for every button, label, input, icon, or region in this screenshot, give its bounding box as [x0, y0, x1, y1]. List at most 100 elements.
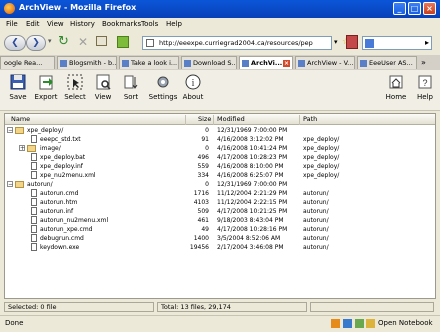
progress-bar — [310, 302, 434, 312]
url-text: http://eeexpe.curriegrad2004.ca/resource… — [159, 39, 313, 47]
select-button[interactable]: Select — [60, 73, 90, 107]
column-divider — [185, 115, 186, 125]
table-row[interactable]: autorun.cmd 1716 11/12/2004 2:21:29 PM a… — [5, 189, 435, 198]
navigation-toolbar: ❮ ❯ ▾ ↻ ✕ http://eeexpe.curriegrad2004.c… — [0, 31, 440, 56]
file-icon — [31, 171, 37, 179]
tab-google-reader[interactable]: oogle Rea... — [0, 56, 55, 69]
stop-icon[interactable]: ✕ — [78, 35, 88, 49]
tab-favicon-icon — [298, 60, 305, 67]
view-icon — [96, 74, 111, 90]
notebook-icon[interactable] — [366, 319, 375, 328]
tab-list-icon[interactable]: » — [421, 58, 426, 67]
column-modified[interactable]: Modified — [217, 115, 245, 123]
open-notebook-link[interactable]: Open Notebook — [378, 319, 433, 327]
menu-tools[interactable]: Tools — [141, 20, 158, 28]
table-row[interactable]: autorun.htm 4103 11/12/2004 2:22:15 PM a… — [5, 198, 435, 207]
file-icon — [31, 225, 37, 233]
file-list-header: Name Size Modified Path — [5, 114, 435, 125]
home-button[interactable]: Home — [381, 73, 411, 107]
archview-toolbar: Save Export Select View Sort Settings i … — [0, 70, 440, 111]
back-button[interactable]: ❮ — [4, 35, 26, 51]
addon-status-icon[interactable] — [331, 319, 340, 328]
settings-icon — [157, 76, 169, 88]
table-row[interactable]: xpe_deploy.inf 559 4/16/2008 8:10:00 PM … — [5, 162, 435, 171]
tab-favicon-icon — [184, 60, 191, 67]
export-button[interactable]: Export — [31, 73, 61, 107]
selected-status: Selected: 0 file — [4, 302, 154, 312]
tab-favicon-icon — [360, 60, 367, 67]
forward-button[interactable]: ❯ — [26, 35, 46, 51]
file-icon — [31, 234, 37, 242]
tab-take-a-look[interactable]: Take a look i... — [119, 56, 179, 69]
tab-favicon-icon — [242, 60, 249, 67]
tab-archview-active[interactable]: ArchVi... × — [239, 56, 293, 69]
column-divider — [213, 115, 214, 125]
search-input[interactable]: ▸ — [362, 36, 432, 50]
folder-icon — [15, 127, 24, 134]
nav-dropdown-icon[interactable]: ▾ — [48, 37, 52, 45]
close-button[interactable]: × — [423, 2, 436, 15]
home-icon[interactable] — [96, 36, 107, 46]
sort-button[interactable]: Sort — [116, 73, 146, 107]
table-row[interactable]: autorun_xpe.cmd 49 4/17/2008 10:28:16 PM… — [5, 225, 435, 234]
menu-help[interactable]: Help — [166, 20, 182, 28]
table-row[interactable]: eeepc_std.txt 91 4/16/2008 3:12:02 PM xp… — [5, 135, 435, 144]
table-row[interactable]: autorun.inf 509 4/17/2008 10:21:25 PM au… — [5, 207, 435, 216]
file-icon — [31, 207, 37, 215]
table-row[interactable]: − autorun/ 0 12/31/1969 7:00:00 PM — [5, 180, 435, 189]
reload-icon[interactable]: ↻ — [58, 35, 69, 49]
table-row[interactable]: debugrun.cmd 1400 3/5/2004 8:52:06 AM au… — [5, 234, 435, 243]
column-name[interactable]: Name — [11, 115, 30, 123]
search-icon[interactable]: ▸ — [425, 38, 429, 47]
addon-status-icon[interactable] — [355, 319, 364, 328]
file-icon — [31, 243, 37, 251]
tab-eeeuser[interactable]: EeeUser AS... — [357, 56, 417, 69]
firefox-icon — [4, 3, 15, 14]
addon-icon[interactable] — [117, 36, 129, 48]
svg-text:?: ? — [422, 78, 427, 88]
tab-archview-v[interactable]: ArchView - V... — [295, 56, 355, 69]
total-status: Total: 13 files, 29,174 — [157, 302, 307, 312]
table-row[interactable]: + image/ 0 4/16/2008 10:41:24 PM xpe_dep… — [5, 144, 435, 153]
svg-text:i: i — [192, 78, 195, 89]
table-row[interactable]: xpe_deploy.bat 496 4/17/2008 10:28:23 PM… — [5, 153, 435, 162]
help-icon: ? — [418, 75, 432, 89]
table-row[interactable]: xpe_nu2menu.xml 334 4/16/2008 6:25:07 PM… — [5, 171, 435, 180]
table-row[interactable]: autorun_nu2menu.xml 461 9/18/2003 8:43:0… — [5, 216, 435, 225]
url-dropdown-icon[interactable]: ▾ — [334, 38, 338, 46]
addon-status-icon[interactable] — [343, 319, 352, 328]
tab-close-icon[interactable]: × — [283, 60, 290, 67]
maximize-button[interactable]: □ — [408, 2, 421, 15]
export-icon — [39, 75, 53, 90]
tab-blogsmith[interactable]: Blogsmith - b... — [57, 56, 117, 69]
about-button[interactable]: i About — [178, 73, 208, 107]
menu-bar: File Edit View History Bookmarks Tools H… — [0, 18, 440, 31]
file-icon — [31, 189, 37, 197]
folder-icon — [15, 181, 24, 188]
column-size[interactable]: Size — [198, 115, 211, 123]
help-button[interactable]: ? Help — [410, 73, 440, 107]
expand-icon[interactable]: + — [19, 145, 25, 152]
url-bar[interactable]: http://eeexpe.curriegrad2004.ca/resource… — [142, 36, 332, 50]
view-button[interactable]: View — [88, 73, 118, 107]
column-path[interactable]: Path — [303, 115, 317, 123]
file-icon — [31, 153, 37, 161]
window-titlebar: ArchView - Mozilla Firefox _ □ × — [0, 0, 440, 18]
table-row[interactable]: keydown.exe 19456 2/17/2004 3:46:08 PM a… — [5, 243, 435, 252]
menu-history[interactable]: History — [70, 20, 95, 28]
menu-file[interactable]: File — [6, 20, 18, 28]
table-row[interactable]: − xpe_deploy/ 0 12/31/1969 7:00:00 PM — [5, 126, 435, 135]
collapse-icon[interactable]: − — [7, 127, 13, 134]
save-button[interactable]: Save — [3, 73, 33, 107]
collapse-icon[interactable]: − — [7, 181, 13, 188]
settings-button[interactable]: Settings — [146, 73, 180, 107]
menu-view[interactable]: View — [47, 20, 64, 28]
search-engine-icon[interactable] — [365, 39, 374, 48]
menu-bookmarks[interactable]: Bookmarks — [102, 20, 141, 28]
tab-download[interactable]: Download S... — [181, 56, 237, 69]
menu-edit[interactable]: Edit — [26, 20, 40, 28]
minimize-button[interactable]: _ — [393, 2, 406, 15]
rss-icon[interactable] — [346, 35, 358, 49]
status-text: Done — [5, 319, 24, 327]
file-list[interactable]: Name Size Modified Path − xpe_deploy/ 0 … — [4, 113, 436, 299]
